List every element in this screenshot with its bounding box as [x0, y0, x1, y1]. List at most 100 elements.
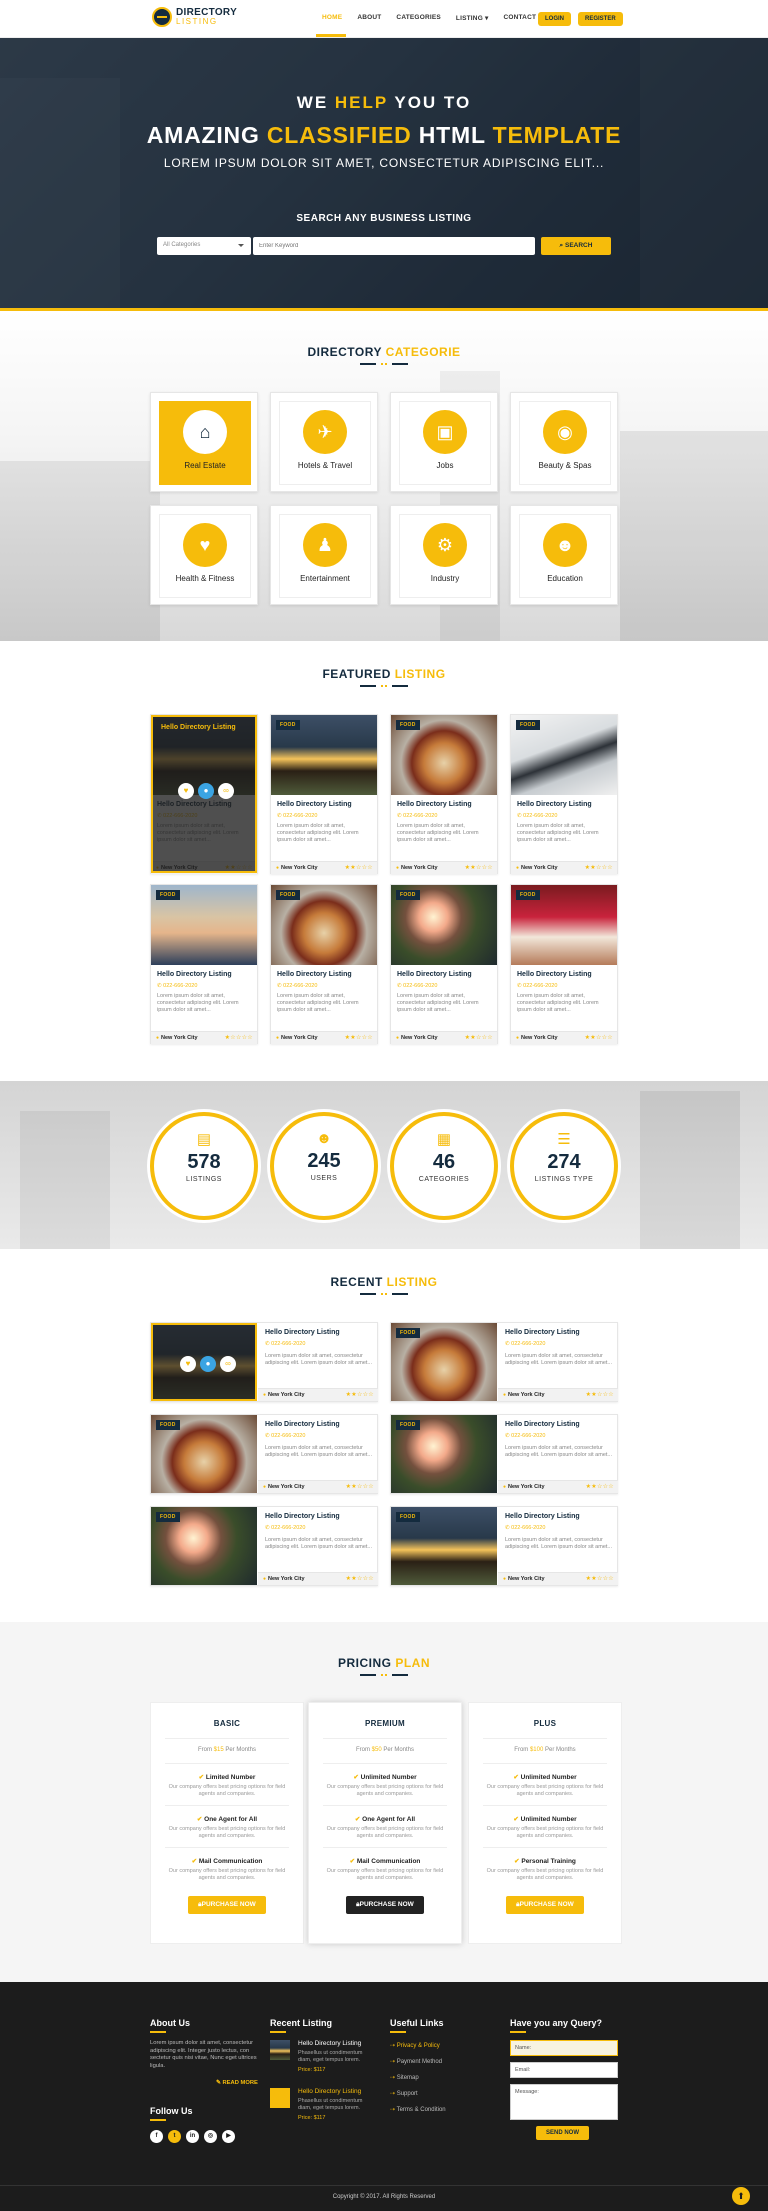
listing-card[interactable]: FOOD Hello Directory Listing ✆ 022-666-202…: [150, 884, 258, 1044]
footer-recent-item-title[interactable]: Hello Directory Listing: [298, 2088, 361, 2095]
keyword-input[interactable]: [253, 237, 535, 255]
recent-listing-card[interactable]: FOOD Hello Directory Listing ✆ 022-666-202…: [390, 1506, 618, 1586]
recent-listing-card[interactable]: FOOD Hello Directory Listing ✆ 022-666-202…: [390, 1322, 618, 1402]
name-field[interactable]: Name:: [510, 2040, 618, 2056]
listing-title[interactable]: Hello Directory Listing: [265, 1421, 340, 1428]
plan-feature-title: Mail Communication: [151, 1857, 303, 1865]
category-badge: FOOD: [396, 720, 420, 730]
plan-feature-title: Unlimited Number: [309, 1773, 461, 1781]
login-button[interactable]: LOGIN: [538, 12, 571, 26]
listing-card[interactable]: Hello Directory Listing✆ 022-666-2020Lor…: [150, 714, 258, 874]
listing-title[interactable]: Hello Directory Listing: [397, 971, 472, 978]
site-header: DIRECTORY LISTING HOME ABOUT CATEGORIES …: [0, 0, 768, 38]
logo[interactable]: DIRECTORY LISTING: [152, 7, 237, 27]
listing-title[interactable]: Hello Directory Listing: [265, 1513, 340, 1520]
listing-hover-overlay[interactable]: Hello Directory Listing ♥ ● ∞: [151, 715, 257, 873]
footer-recent-item-title[interactable]: Hello Directory Listing: [298, 2040, 361, 2047]
category-badge: FOOD: [396, 1512, 420, 1522]
listing-card[interactable]: FOOD Hello Directory Listing ✆ 022-666-202…: [510, 884, 618, 1044]
listing-city: New York City: [156, 1035, 197, 1041]
nav-about[interactable]: ABOUT: [357, 14, 381, 22]
listing-desc: Lorem ipsum dolor sit amet, consectetur …: [265, 1445, 372, 1458]
purchase-button[interactable]: 🔒︎PURCHASE NOW: [188, 1896, 266, 1914]
listing-title[interactable]: Hello Directory Listing: [505, 1421, 580, 1428]
read-more-link[interactable]: ✎ READ MORE: [216, 2080, 258, 2088]
recent-thumb[interactable]: [270, 2088, 290, 2108]
listing-title[interactable]: Hello Directory Listing: [517, 971, 592, 978]
link-payment[interactable]: Payment Method: [390, 2058, 442, 2065]
listing-card[interactable]: FOOD Hello Directory Listing ✆ 022-666-202…: [390, 884, 498, 1044]
register-button[interactable]: REGISTER: [578, 12, 623, 26]
recent-listing-card[interactable]: ♥ ● ∞ Hello Directory Listing ✆ 022-666-2020…: [150, 1322, 378, 1402]
search-button[interactable]: ⌕ SEARCH: [541, 237, 611, 255]
listing-title[interactable]: Hello Directory Listing: [157, 971, 232, 978]
category-industry[interactable]: ⚙ Industry: [390, 505, 498, 605]
category-badge: FOOD: [156, 1420, 180, 1430]
heart-icon[interactable]: ♥: [180, 1356, 196, 1372]
category-badge: FOOD: [276, 720, 300, 730]
link-icon[interactable]: ∞: [220, 1356, 236, 1372]
link-icon[interactable]: ∞: [218, 783, 234, 799]
listing-title[interactable]: Hello Directory Listing: [277, 971, 352, 978]
bg-building: [640, 1091, 740, 1249]
link-sitemap[interactable]: Sitemap: [390, 2074, 419, 2081]
plan-feature-title: Unlimited Number: [469, 1773, 621, 1781]
listing-title[interactable]: Hello Directory Listing: [505, 1329, 580, 1336]
gears-icon: ⚙: [423, 523, 467, 567]
instagram-icon[interactable]: ◎: [204, 2130, 217, 2143]
category-entertainment[interactable]: ♟ Entertainment: [270, 505, 378, 605]
plan-price: From $100 Per Months: [514, 1747, 576, 1753]
listing-desc: Lorem ipsum dolor sit amet, consectetur …: [277, 823, 359, 843]
pricing-section: PRICING PLAN BASIC From $15 Per Months Lim…: [0, 1622, 768, 1982]
listing-title[interactable]: Hello Directory Listing: [397, 801, 472, 808]
message-field[interactable]: Message:: [510, 2084, 618, 2120]
listing-title[interactable]: Hello Directory Listing: [505, 1513, 580, 1520]
youtube-icon[interactable]: ▶: [222, 2130, 235, 2143]
purchase-button[interactable]: 🔒︎PURCHASE NOW: [506, 1896, 584, 1914]
listing-card[interactable]: FOOD Hello Directory Listing ✆ 022-666-202…: [270, 884, 378, 1044]
link-privacy[interactable]: Privacy & Policy: [390, 2042, 440, 2049]
category-beauty-spas[interactable]: ◉ Beauty & Spas: [510, 392, 618, 492]
recent-listing-card[interactable]: FOOD Hello Directory Listing ✆ 022-666-202…: [390, 1414, 618, 1494]
twitter-icon[interactable]: t: [168, 2130, 181, 2143]
listing-title[interactable]: Hello Directory Listing: [265, 1329, 340, 1336]
recent-listing-card[interactable]: FOOD Hello Directory Listing ✆ 022-666-202…: [150, 1414, 378, 1494]
listing-desc: Lorem ipsum dolor sit amet, consectetur …: [157, 993, 239, 1013]
category-label: Entertainment: [300, 574, 350, 583]
recent-listing-card[interactable]: FOOD Hello Directory Listing ✆ 022-666-202…: [150, 1506, 378, 1586]
listing-title[interactable]: Hello Directory Listing: [277, 801, 352, 808]
purchase-button[interactable]: 🔒︎PURCHASE NOW: [346, 1896, 424, 1914]
rating-stars: ★★☆☆☆: [345, 1484, 374, 1490]
users-icon: ☻: [543, 523, 587, 567]
category-real-estate[interactable]: ⌂ Real Estate: [150, 392, 258, 492]
scroll-top-icon[interactable]: ⬆: [732, 2187, 750, 2205]
recent-thumb[interactable]: [270, 2040, 290, 2060]
nav-categories[interactable]: CATEGORIES: [396, 14, 441, 22]
stat-label: USERS: [310, 1175, 338, 1182]
facebook-icon[interactable]: f: [150, 2130, 163, 2143]
location-icon[interactable]: ●: [198, 783, 214, 799]
category-select[interactable]: All Categories: [157, 237, 251, 255]
linkedin-icon[interactable]: in: [186, 2130, 199, 2143]
send-button[interactable]: SEND NOW: [536, 2126, 589, 2140]
listing-card[interactable]: FOOD Hello Directory Listing ✆ 022-666-202…: [390, 714, 498, 874]
listing-card[interactable]: FOOD Hello Directory Listing ✆ 022-666-202…: [270, 714, 378, 874]
category-health-fitness[interactable]: ♥ Health & Fitness: [150, 505, 258, 605]
listing-hover-overlay[interactable]: ♥ ● ∞: [151, 1323, 257, 1401]
link-terms[interactable]: Terms & Condition: [390, 2106, 446, 2113]
nav-home[interactable]: HOME: [322, 14, 342, 22]
category-jobs[interactable]: ▣ Jobs: [390, 392, 498, 492]
footer-about-title: About Us: [150, 2018, 190, 2033]
stat-number: 46: [432, 1151, 456, 1173]
listing-title[interactable]: Hello Directory Listing: [517, 801, 592, 808]
eye-icon: ◉: [543, 410, 587, 454]
category-hotels-travel[interactable]: ✈ Hotels & Travel: [270, 392, 378, 492]
rating-stars: ★★☆☆☆: [585, 1484, 614, 1490]
location-icon[interactable]: ●: [200, 1356, 216, 1372]
link-support[interactable]: Support: [390, 2090, 418, 2097]
listing-card[interactable]: FOOD Hello Directory Listing ✆ 022-666-202…: [510, 714, 618, 874]
nav-listing[interactable]: LISTING ▾: [456, 14, 489, 22]
heart-icon[interactable]: ♥: [178, 783, 194, 799]
email-field[interactable]: Email:: [510, 2062, 618, 2078]
category-education[interactable]: ☻ Education: [510, 505, 618, 605]
